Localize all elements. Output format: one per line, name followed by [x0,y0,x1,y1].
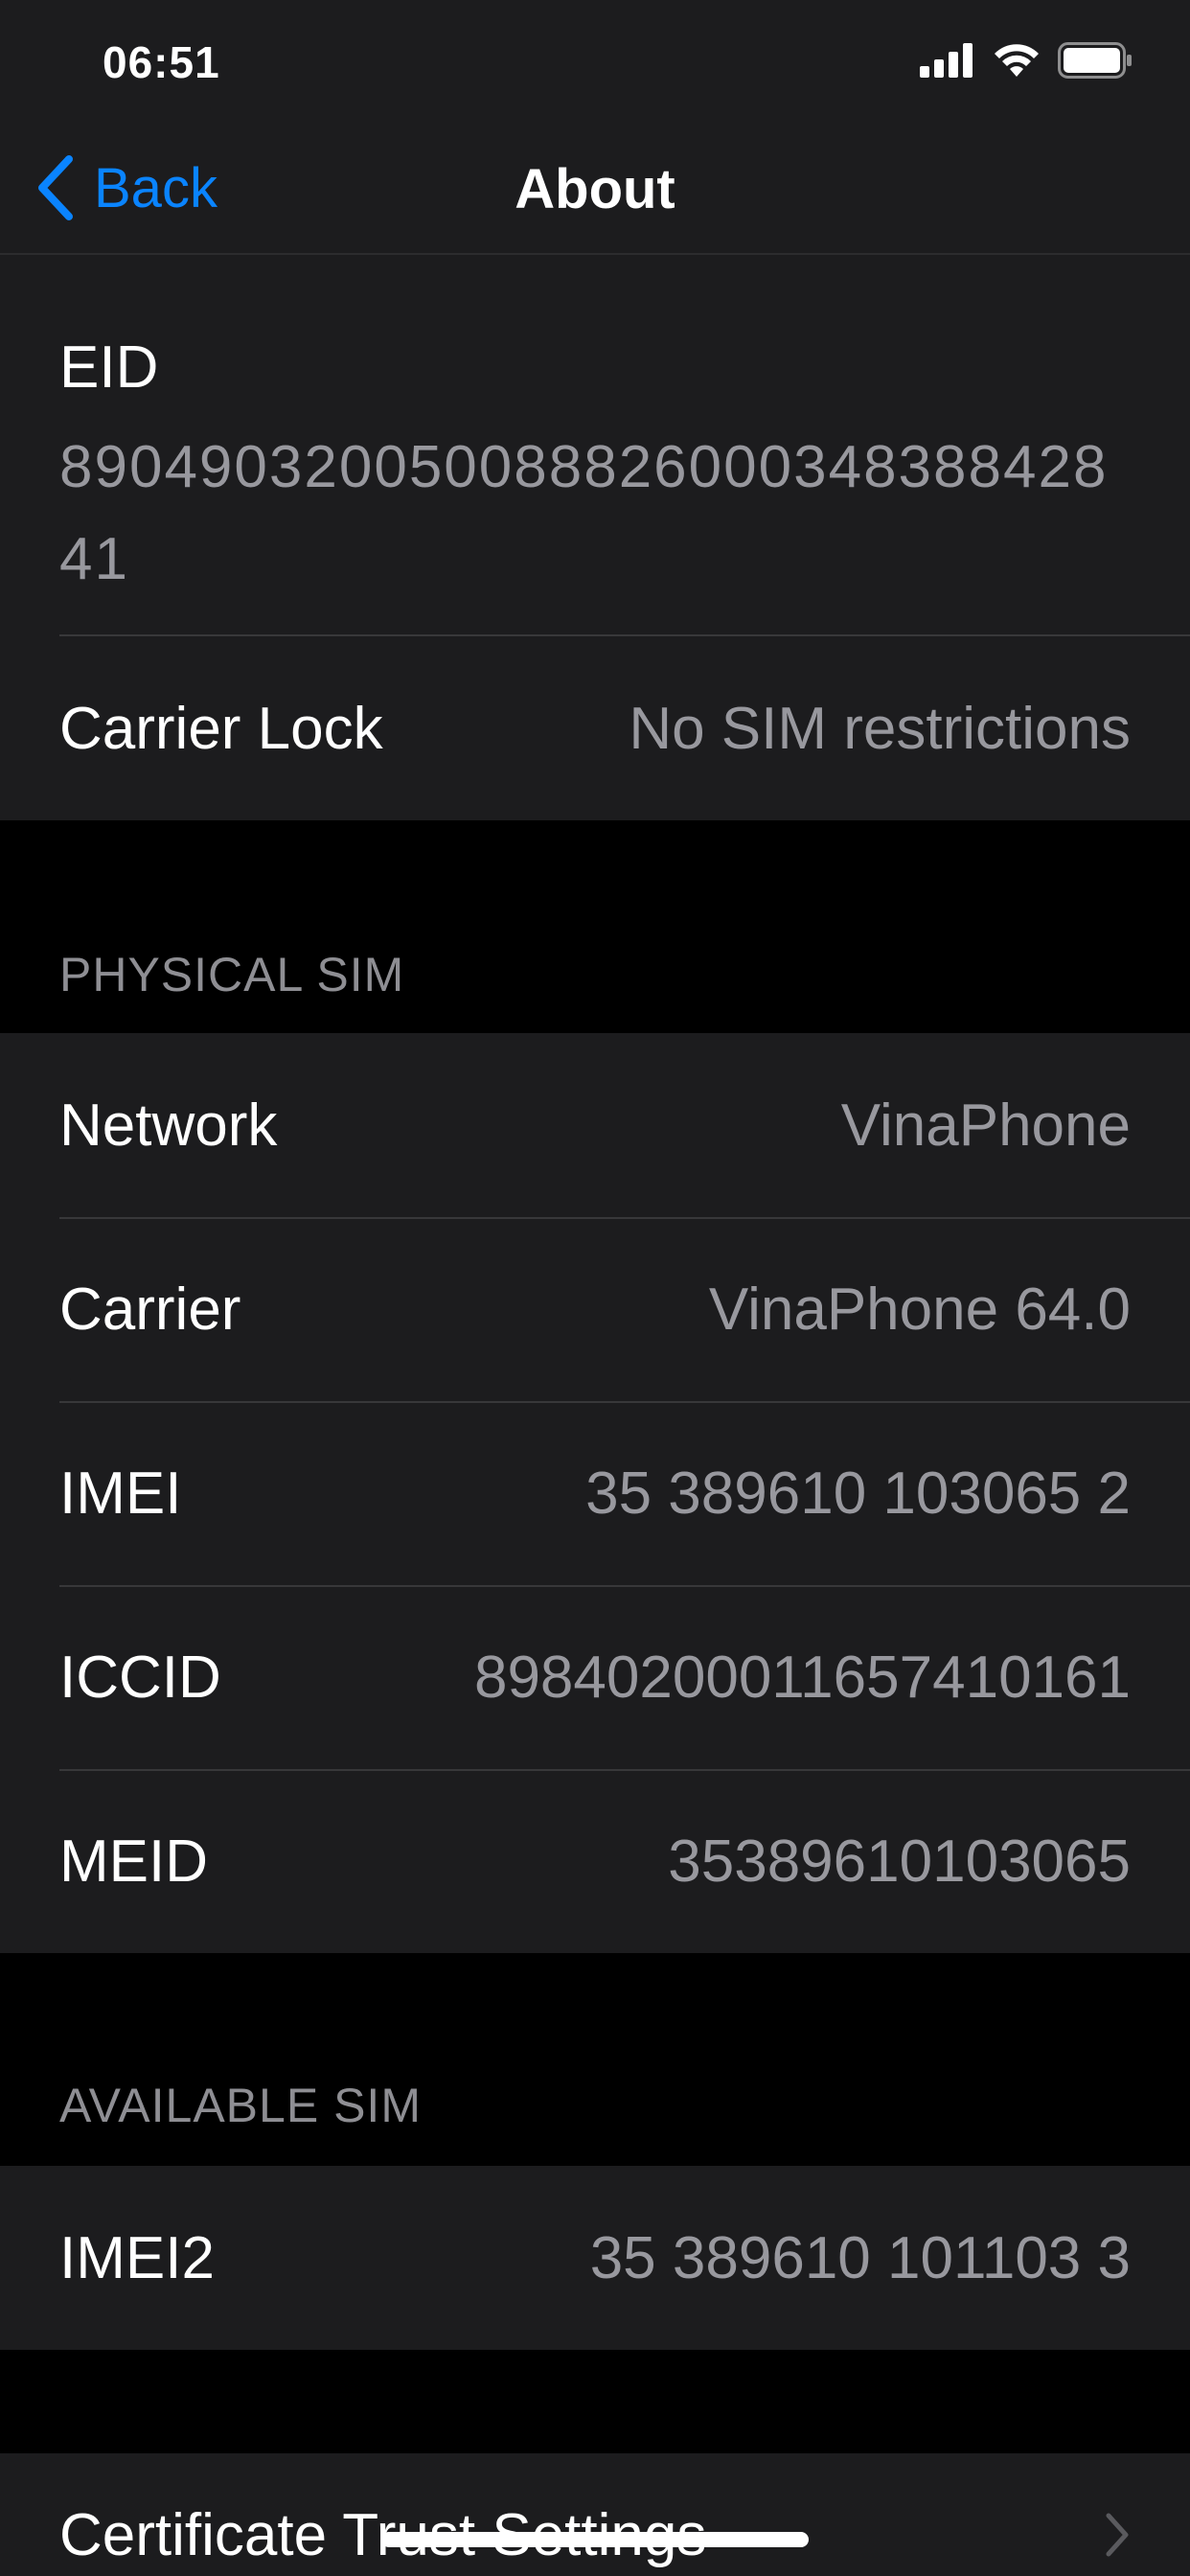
imei-label: IMEI [59,1460,182,1527]
iccid-label: ICCID [59,1644,221,1711]
battery-icon [1058,42,1132,79]
home-indicator[interactable] [381,2532,809,2547]
imei2-label: IMEI2 [59,2224,215,2291]
certificate-group: Certificate Trust Settings [0,2453,1190,2576]
meid-label: MEID [59,1828,208,1895]
carrier-lock-row: Carrier Lock No SIM restrictions [0,636,1190,820]
carrier-label: Carrier [59,1276,241,1343]
carrier-lock-row-wrap: Carrier Lock No SIM restrictions [0,636,1190,820]
carrier-lock-label: Carrier Lock [59,695,383,762]
network-label: Network [59,1092,278,1159]
iccid-value: 89840200011657410161 [473,1644,1131,1711]
physical-sim-group: Network VinaPhone Carrier VinaPhone 64.0… [0,1033,1190,1953]
carrier-row: Carrier VinaPhone 64.0 [0,1217,1190,1401]
status-icons [920,42,1133,79]
page-title: About [515,158,675,220]
status-time: 06:51 [103,37,220,87]
imei-row: IMEI 35 389610 103065 2 [0,1401,1190,1585]
carrier-lock-value: No SIM restrictions [629,695,1131,762]
meid-value: 35389610103065 [668,1828,1131,1895]
network-row: Network VinaPhone [0,1033,1190,1217]
network-value: VinaPhone [840,1092,1131,1159]
iccid-row: ICCID 89840200011657410161 [0,1585,1190,1769]
physical-sim-header: PHYSICAL SIM [59,948,405,1001]
chevron-right-icon [1106,2513,1129,2557]
carrier-value: VinaPhone 64.0 [708,1276,1131,1343]
navigation-bar: Back About [0,126,1190,255]
eid-value: 89049032005008882600034838842841 [59,434,1109,592]
available-sim-header: AVAILABLE SIM [59,2079,422,2132]
imei2-row: IMEI2 35 389610 101103 3 [0,2166,1190,2350]
available-sim-group: IMEI2 35 389610 101103 3 [0,2166,1190,2350]
imei2-value: 35 389610 101103 3 [589,2224,1131,2291]
wifi-icon [995,44,1039,77]
imei-value: 35 389610 103065 2 [585,1460,1131,1527]
cellular-signal-icon [920,43,973,78]
eid-label: EID [59,334,159,401]
certificate-trust-settings-row[interactable]: Certificate Trust Settings [0,2453,1190,2576]
status-bar: 06:51 [0,0,1190,126]
meid-row: MEID 35389610103065 [0,1769,1190,1953]
